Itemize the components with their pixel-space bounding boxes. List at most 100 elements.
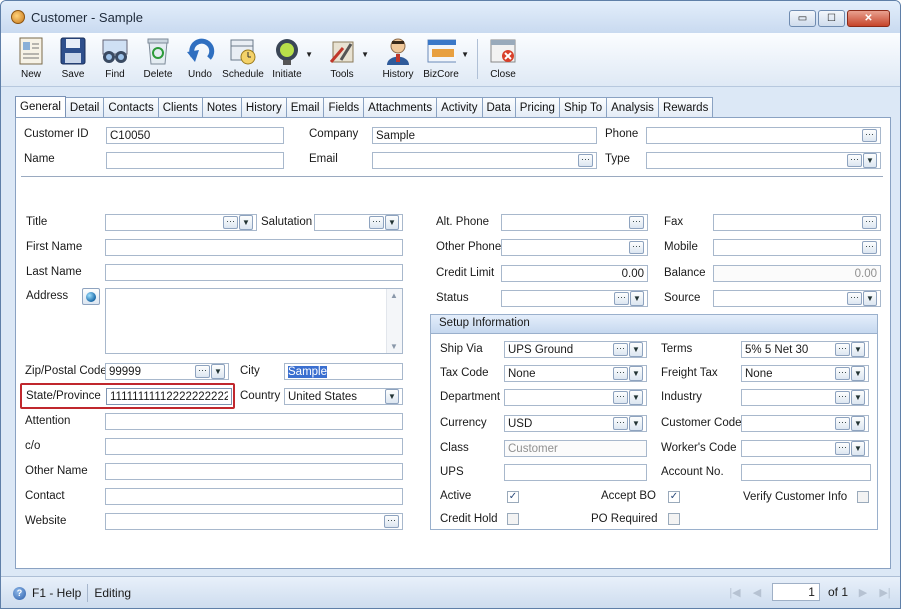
terms-lookup-button[interactable]: ···: [835, 343, 850, 356]
toolbar-new-button[interactable]: New: [15, 35, 47, 85]
email-lookup-button[interactable]: ···: [578, 154, 593, 167]
currency-field[interactable]: USD ··· ▼: [504, 415, 647, 432]
maximize-button[interactable]: ☐: [818, 10, 845, 27]
initiate-dropdown-arrow[interactable]: ▼: [305, 50, 313, 59]
phone-field[interactable]: ···: [646, 127, 881, 144]
tab-fields[interactable]: Fields: [323, 97, 365, 117]
tab-rewards[interactable]: Rewards: [657, 97, 714, 117]
other-name-field[interactable]: [105, 463, 403, 480]
zip-lookup-button[interactable]: ···: [195, 365, 210, 378]
verify-customer-info-checkbox[interactable]: [857, 491, 869, 503]
toolbar-undo-button[interactable]: Undo: [184, 35, 216, 85]
fax-field[interactable]: ···: [713, 214, 881, 231]
ship-via-field[interactable]: UPS Ground ··· ▼: [504, 341, 647, 358]
toolbar-initiate-button[interactable]: Initiate ▼: [271, 35, 313, 85]
mobile-field[interactable]: ···: [713, 239, 881, 256]
tab-data[interactable]: Data: [481, 97, 516, 117]
salutation-lookup-button[interactable]: ···: [369, 216, 384, 229]
terms-field[interactable]: 5% 5 Net 30 ··· ▼: [741, 341, 869, 358]
state-field[interactable]: 11111111112222222222: [106, 388, 232, 405]
account-no-field[interactable]: [741, 464, 871, 481]
title-lookup-button[interactable]: ···: [223, 216, 238, 229]
zip-dropdown-button[interactable]: ▼: [211, 364, 225, 379]
toolbar-history-button[interactable]: History: [381, 35, 415, 85]
po-required-checkbox[interactable]: [668, 513, 680, 525]
address-textarea[interactable]: ▲ ▼: [105, 288, 403, 354]
freight-tax-lookup-button[interactable]: ···: [835, 367, 850, 380]
department-dropdown-button[interactable]: ▼: [629, 390, 643, 405]
credit-hold-checkbox[interactable]: [507, 513, 519, 525]
salutation-field[interactable]: ··· ▼: [314, 214, 403, 231]
company-field[interactable]: Sample: [372, 127, 597, 144]
workers-code-field[interactable]: ··· ▼: [741, 440, 869, 457]
co-field[interactable]: [105, 438, 403, 455]
tab-general[interactable]: General: [15, 96, 66, 117]
toolbar-find-button[interactable]: Find: [99, 35, 131, 85]
email-field[interactable]: ···: [372, 152, 597, 169]
other-phone-field[interactable]: ···: [501, 239, 648, 256]
department-field[interactable]: ··· ▼: [504, 389, 647, 406]
title-field[interactable]: ··· ▼: [105, 214, 257, 231]
attention-field[interactable]: [105, 413, 403, 430]
close-window-button[interactable]: ✕: [847, 10, 890, 27]
tax-code-dropdown-button[interactable]: ▼: [629, 366, 643, 381]
city-field[interactable]: Sample: [284, 363, 403, 380]
type-lookup-button[interactable]: ···: [847, 154, 862, 167]
tab-analysis[interactable]: Analysis: [606, 97, 659, 117]
phone-lookup-button[interactable]: ···: [862, 129, 877, 142]
tax-code-field[interactable]: None ··· ▼: [504, 365, 647, 382]
toolbar-bizcore-button[interactable]: BizCore ▼: [423, 35, 469, 85]
source-dropdown-button[interactable]: ▼: [863, 291, 877, 306]
help-button[interactable]: ? F1 - Help: [13, 586, 81, 600]
tab-activity[interactable]: Activity: [436, 97, 483, 117]
tools-dropdown-arrow[interactable]: ▼: [361, 50, 369, 59]
industry-field[interactable]: ··· ▼: [741, 389, 869, 406]
type-dropdown-button[interactable]: ▼: [863, 153, 877, 168]
tab-detail[interactable]: Detail: [64, 97, 105, 117]
website-lookup-button[interactable]: ···: [384, 515, 399, 528]
tax-code-lookup-button[interactable]: ···: [613, 367, 628, 380]
status-field[interactable]: ··· ▼: [501, 290, 648, 307]
tab-attachments[interactable]: Attachments: [363, 97, 438, 117]
alt-phone-lookup-button[interactable]: ···: [629, 216, 644, 229]
workers-code-lookup-button[interactable]: ···: [835, 442, 850, 455]
status-dropdown-button[interactable]: ▼: [630, 291, 644, 306]
bizcore-dropdown-arrow[interactable]: ▼: [461, 50, 469, 59]
toolbar-schedule-button[interactable]: Schedule: [222, 35, 264, 85]
freight-tax-dropdown-button[interactable]: ▼: [851, 366, 865, 381]
first-record-icon[interactable]: |◀: [728, 586, 742, 599]
toolbar-close-button[interactable]: Close: [487, 35, 519, 85]
terms-dropdown-button[interactable]: ▼: [851, 342, 865, 357]
tab-email[interactable]: Email: [285, 97, 325, 117]
ups-field[interactable]: [504, 464, 647, 481]
previous-record-icon[interactable]: ◀: [750, 586, 764, 599]
toolbar-delete-button[interactable]: Delete: [142, 35, 174, 85]
contact-field[interactable]: [105, 488, 403, 505]
tab-history[interactable]: History: [240, 97, 287, 117]
map-globe-button[interactable]: [82, 288, 100, 305]
mobile-lookup-button[interactable]: ···: [862, 241, 877, 254]
zip-field[interactable]: 99999 ··· ▼: [105, 363, 229, 380]
salutation-dropdown-button[interactable]: ▼: [385, 215, 399, 230]
status-lookup-button[interactable]: ···: [614, 292, 629, 305]
scroll-up-icon[interactable]: ▲: [390, 291, 398, 300]
scroll-down-icon[interactable]: ▼: [390, 342, 398, 351]
active-checkbox[interactable]: ✓: [507, 491, 519, 503]
toolbar-tools-button[interactable]: Tools ▼: [325, 35, 369, 85]
tab-contacts[interactable]: Contacts: [103, 97, 159, 117]
last-record-icon[interactable]: ▶|: [878, 586, 892, 599]
tab-clients[interactable]: Clients: [157, 97, 203, 117]
toolbar-save-button[interactable]: Save: [57, 35, 89, 85]
customer-id-field[interactable]: C10050: [106, 127, 284, 144]
alt-phone-field[interactable]: ···: [501, 214, 648, 231]
currency-dropdown-button[interactable]: ▼: [629, 416, 643, 431]
workers-code-dropdown-button[interactable]: ▼: [851, 441, 865, 456]
other-phone-lookup-button[interactable]: ···: [629, 241, 644, 254]
department-lookup-button[interactable]: ···: [613, 391, 628, 404]
ship-via-dropdown-button[interactable]: ▼: [629, 342, 643, 357]
name-field[interactable]: [106, 152, 284, 169]
currency-lookup-button[interactable]: ···: [613, 417, 628, 430]
minimize-button[interactable]: ▭: [789, 10, 816, 27]
next-record-icon[interactable]: ▶: [856, 586, 870, 599]
ship-via-lookup-button[interactable]: ···: [613, 343, 628, 356]
